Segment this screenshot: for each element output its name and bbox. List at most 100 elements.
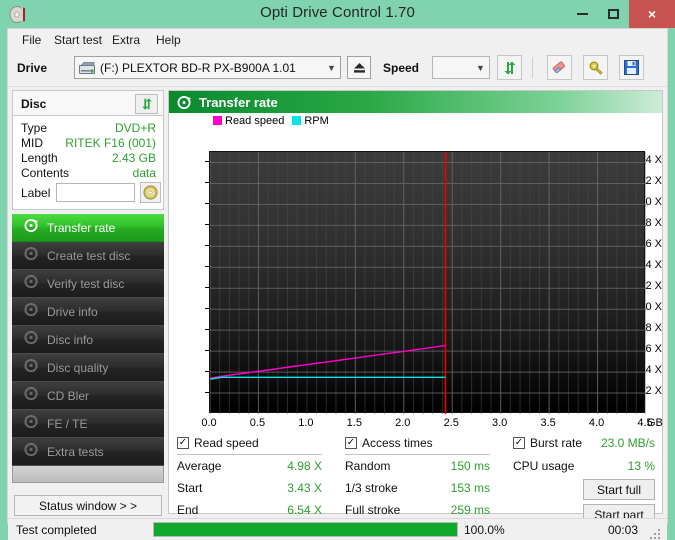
grip-dot: [650, 537, 652, 539]
chart-panel-title: Transfer rate: [199, 95, 278, 110]
minimize-button[interactable]: [567, 0, 598, 28]
sidebar-item-label: CD Bler: [47, 389, 89, 403]
x-axis-tick-label: 1.5: [334, 417, 374, 429]
x-axis-tick-label: 3.5: [528, 417, 568, 429]
access-times-key-full-stroke: Full stroke: [345, 503, 400, 517]
erase-button[interactable]: [547, 55, 572, 80]
refresh-icon: [140, 97, 154, 111]
disc-speed-icon: [21, 218, 41, 238]
disc-info-key: MID: [21, 136, 43, 150]
menu-start-test[interactable]: Start test: [49, 32, 107, 49]
refresh-button[interactable]: [497, 55, 522, 80]
disc-info-list: Type DVD+R MID RITEK F16 (001) Length 2.…: [12, 116, 164, 210]
eject-icon: [353, 62, 366, 74]
chart-legend: Read speed RPM: [213, 114, 337, 127]
disc-label-input[interactable]: [56, 183, 135, 202]
sidebar-item-label: Verify test disc: [47, 277, 124, 291]
sidebar-item-disc-quality[interactable]: Disc quality: [12, 354, 164, 382]
stats-panel: ✓ Read speed Average 4.98 X Start 3.43 X…: [177, 436, 655, 508]
read-speed-rule: [177, 454, 322, 455]
sidebar-item-create-test-disc[interactable]: Create test disc: [12, 242, 164, 270]
disc-info-value: data: [133, 166, 156, 180]
read-speed-value-average: 4.98 X: [237, 459, 322, 473]
sidebar-item-transfer-rate[interactable]: Transfer rate: [12, 214, 164, 242]
sidebar-item-cd-bler[interactable]: CD Bler: [12, 382, 164, 410]
tools-icon: [588, 60, 604, 76]
disc-info-key: Type: [21, 121, 47, 135]
series-read-speed: [210, 345, 445, 378]
drive-select[interactable]: (F:) PLEXTOR BD-R PX-B900A 1.01 ▼: [74, 56, 341, 79]
grip-dot: [658, 533, 660, 535]
disc-icon: [21, 442, 41, 462]
disc-label-button[interactable]: [140, 182, 161, 203]
eject-button[interactable]: [347, 56, 371, 79]
disc-icon: [21, 302, 41, 322]
sidebar-item-label: FE / TE: [47, 417, 87, 431]
series-rpm: [210, 377, 445, 379]
check-icon: ✓: [347, 438, 355, 448]
speed-label: Speed: [383, 61, 419, 75]
disc-refresh-button[interactable]: [135, 94, 158, 114]
disc-icon: [21, 386, 41, 406]
disc-icon: [21, 414, 41, 434]
refresh-icon: [502, 60, 518, 76]
save-button[interactable]: [619, 55, 644, 80]
progress-percent-label: 100.0%: [464, 523, 505, 537]
sidebar-item-drive-info[interactable]: Drive info: [12, 298, 164, 326]
maximize-button[interactable]: [598, 0, 629, 28]
access-times-title: Access times: [362, 436, 433, 450]
sidebar-item-disc-info[interactable]: Disc info: [12, 326, 164, 354]
disc-info-value: DVD+R: [115, 121, 156, 135]
chart-panel: Transfer rate Read speed RPM 2 X4 X6 X8 …: [168, 90, 663, 514]
check-icon: ✓: [515, 438, 523, 448]
drive-icon: [79, 61, 95, 75]
read-speed-value-end: 6.54 X: [237, 503, 322, 517]
client-area: File Start test Extra Help Drive (F:) PL…: [7, 28, 668, 524]
read-speed-key-end: End: [177, 503, 198, 517]
sidebar-item-verify-test-disc[interactable]: Verify test disc: [12, 270, 164, 298]
application-window: Opti Drive Control 1.70 × File Start tes…: [0, 0, 675, 531]
disc-info-key: Length: [21, 151, 58, 165]
chart-plot-area[interactable]: [209, 151, 645, 413]
start-full-button[interactable]: Start full: [583, 479, 655, 500]
status-window-button[interactable]: Status window > >: [14, 495, 162, 516]
toolbar: Drive (F:) PLEXTOR BD-R PX-B900A 1.01 ▼: [8, 51, 667, 87]
menu-bar: File Start test Extra Help: [8, 29, 667, 51]
resize-grip[interactable]: [650, 529, 660, 538]
read-speed-checkbox[interactable]: ✓: [177, 437, 189, 449]
progress-bar: [153, 522, 458, 537]
sidebar-item-fe-te[interactable]: FE / TE: [12, 410, 164, 438]
status-message: Test completed: [16, 523, 97, 537]
chevron-down-icon: ▼: [323, 63, 340, 73]
chart-canvas: [210, 152, 646, 414]
toolbar-separator: [532, 57, 533, 78]
speed-select[interactable]: ▼: [432, 56, 490, 79]
read-speed-key-start: Start: [177, 481, 202, 495]
minimize-icon: [577, 13, 588, 15]
x-axis-unit-label: GB: [647, 417, 663, 429]
close-button[interactable]: ×: [629, 0, 675, 28]
disc-icon: [21, 330, 41, 350]
status-bar: Test completed 100.0% 00:03: [8, 518, 667, 540]
sidebar-item-label: Disc quality: [47, 361, 108, 375]
menu-extra[interactable]: Extra: [107, 32, 145, 49]
disc-icon: [21, 274, 41, 294]
grip-dot: [658, 537, 660, 539]
sidebar-item-label: Drive info: [47, 305, 98, 319]
read-speed-value-start: 3.43 X: [237, 481, 322, 495]
save-icon: [624, 60, 639, 75]
access-times-value-third-stroke: 153 ms: [405, 481, 490, 495]
menu-file[interactable]: File: [17, 32, 46, 49]
sidebar-item-extra-tests[interactable]: Extra tests: [12, 438, 164, 466]
tools-button[interactable]: [583, 55, 608, 80]
cpu-usage-value: 13 %: [567, 459, 655, 473]
check-icon: ✓: [179, 438, 187, 448]
access-times-checkbox[interactable]: ✓: [345, 437, 357, 449]
disc-label-caption: Label: [21, 186, 50, 200]
cpu-usage-key: CPU usage: [513, 459, 574, 473]
menu-help[interactable]: Help: [151, 32, 186, 49]
burst-rate-checkbox[interactable]: ✓: [513, 437, 525, 449]
disc-icon: [21, 246, 41, 266]
left-panel: Disc Type DVD+R MID RITEK F16 (001): [12, 90, 164, 514]
disc-info-key: Contents: [21, 166, 69, 180]
